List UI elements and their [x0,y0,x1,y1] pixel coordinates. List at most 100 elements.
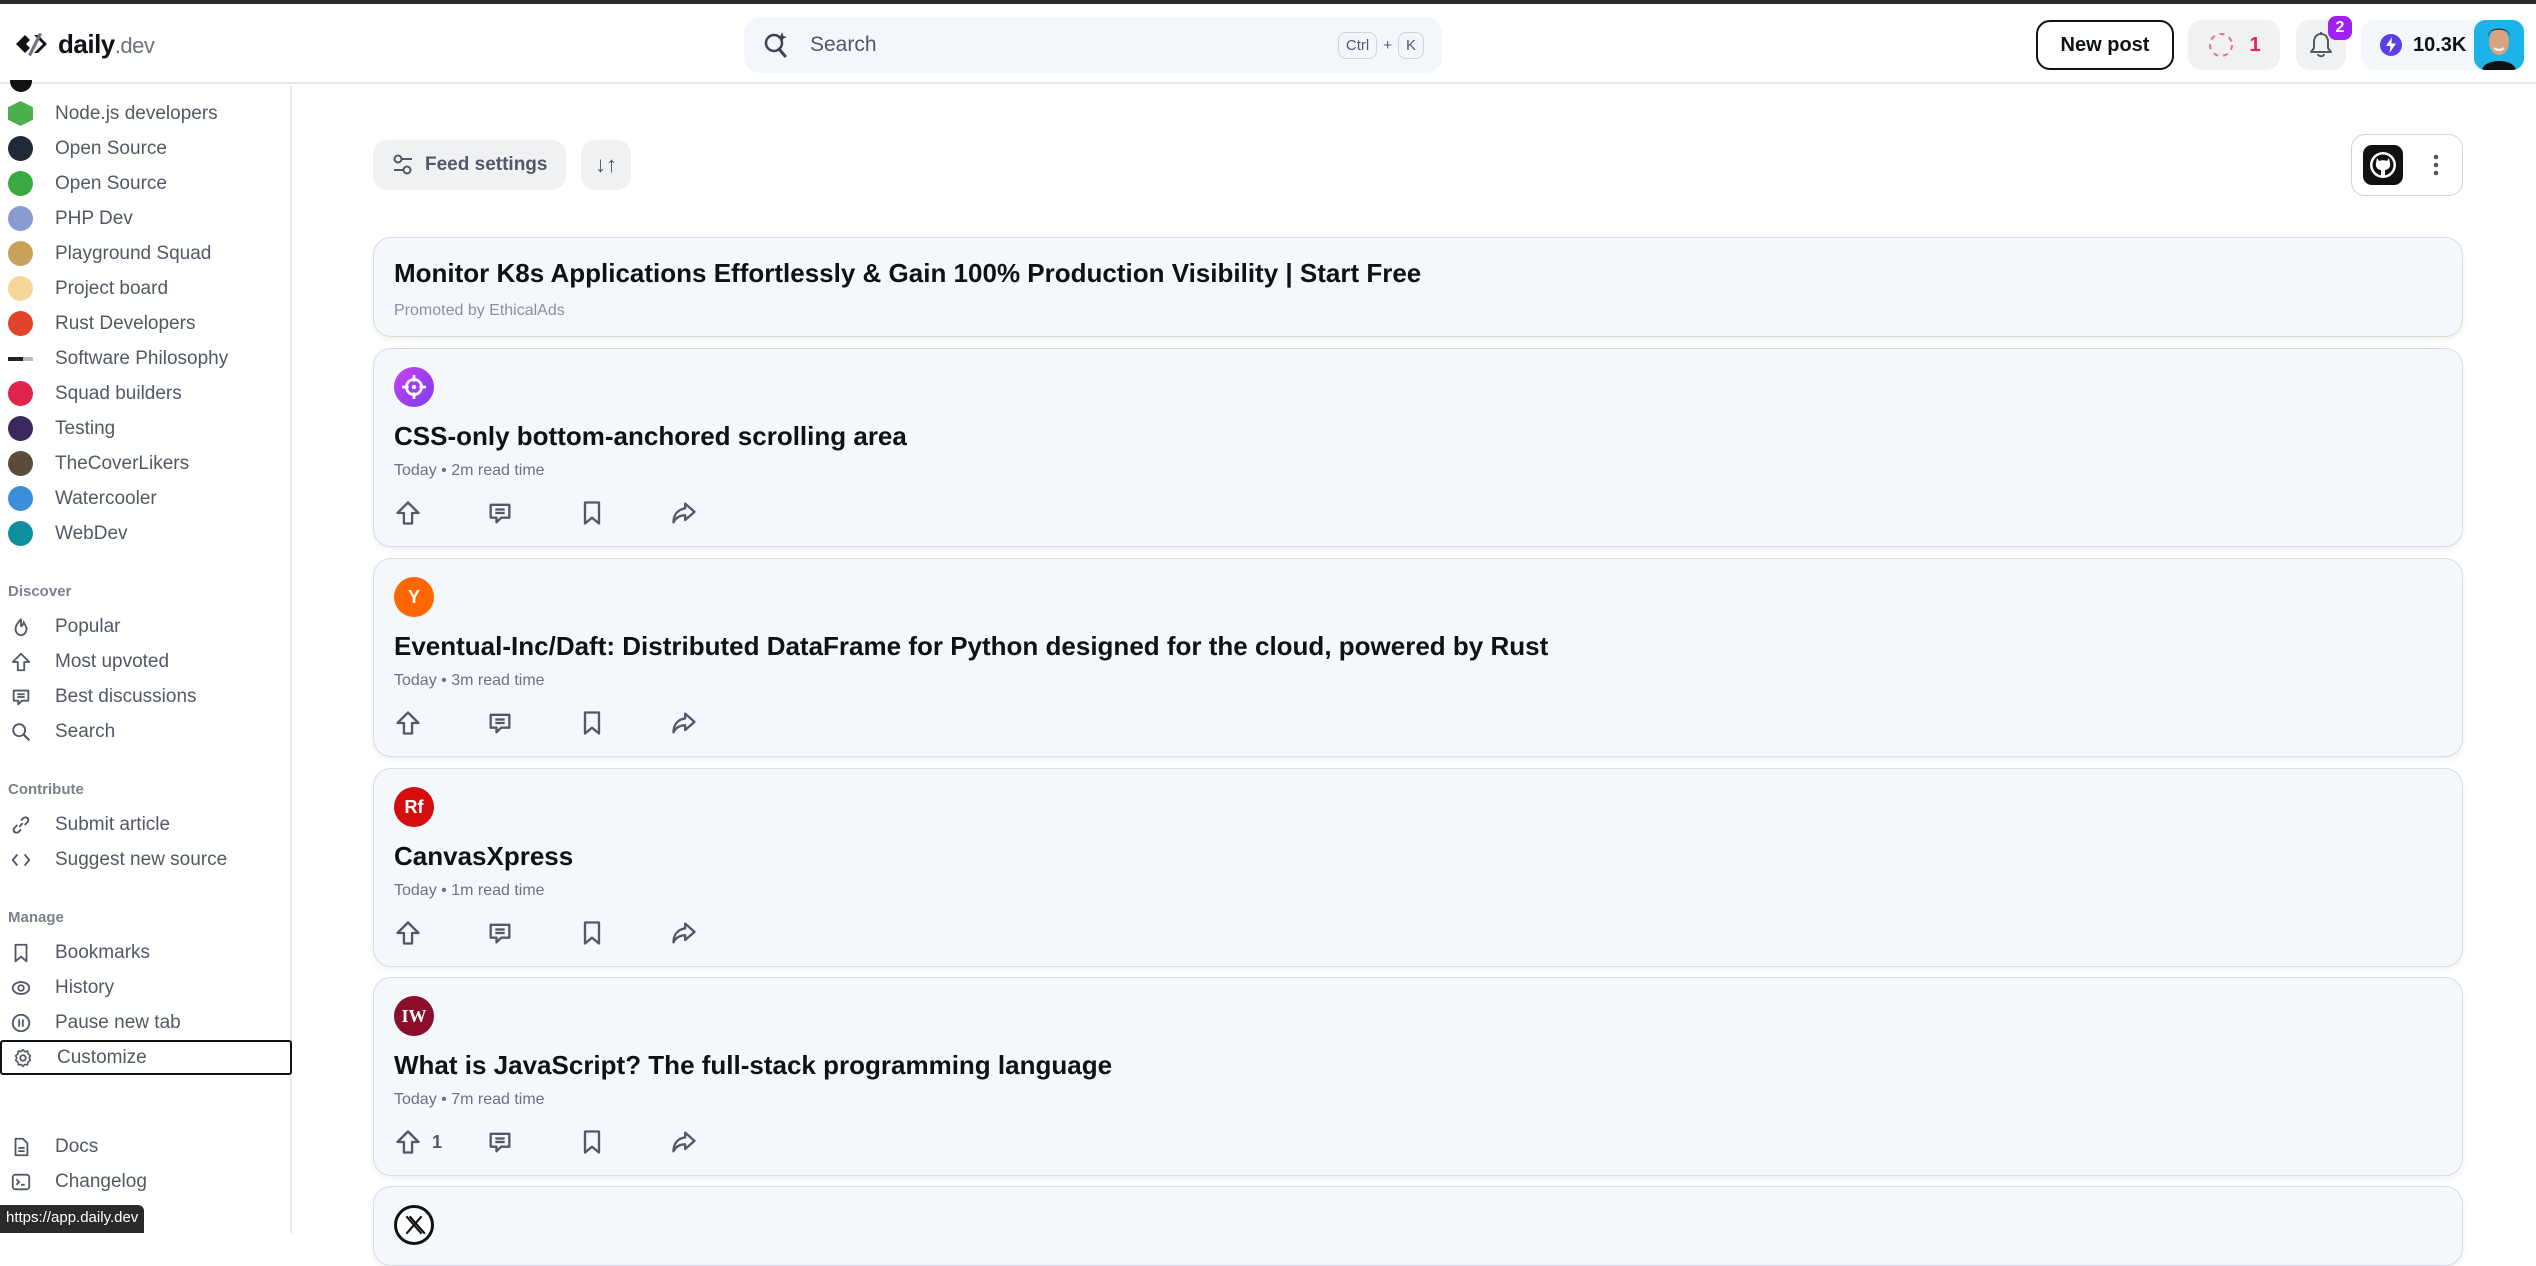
search-bar[interactable]: Search Ctrl + K [744,17,1442,73]
sidebar-item-suggest-new-source[interactable]: Suggest new source [0,842,292,877]
ad-title[interactable]: Monitor K8s Applications Effortlessly & … [394,258,1421,289]
streak-count: 1 [2249,33,2261,56]
streak-button[interactable]: 1 [2188,20,2280,70]
bookmark-button[interactable] [578,1126,670,1158]
sidebar-item-webdev[interactable]: WebDev [0,516,292,551]
infoworld-icon[interactable]: IW [394,996,434,1036]
sliders-icon [393,154,412,175]
sidebar-item-label: Customize [57,1046,147,1068]
github-icon[interactable] [2363,145,2403,185]
post-title[interactable]: CSS-only bottom-anchored scrolling area [394,421,907,452]
sidebar-item-changelog[interactable]: Changelog [0,1164,292,1199]
cover-likers-icon [8,451,33,476]
reputation-value: 10.3K [2413,33,2467,56]
share-icon [672,922,696,944]
shortcut-plus: + [1383,36,1392,54]
sidebar-item-best-discussions[interactable]: Best discussions [0,679,292,714]
feed-settings-button[interactable]: Feed settings [373,140,566,190]
eye-icon [8,975,33,1000]
comment-icon [489,1132,511,1153]
share-button[interactable] [670,707,762,739]
bookmark-button[interactable] [578,917,670,949]
sidebar-item-thecoverlikers[interactable]: TheCoverLikers [0,446,292,481]
sidebar-item-submit-article[interactable]: Submit article [0,807,292,842]
sidebar-item-label: Search [55,720,116,742]
sort-button[interactable]: ↓↑ [581,140,631,190]
sidebar-item-squad-builders[interactable]: Squad builders [0,376,292,411]
upvote-icon [396,921,420,945]
sidebar-item-bookmarks[interactable]: Bookmarks [0,935,292,970]
comment-button[interactable] [486,1126,578,1158]
post-actions [394,917,762,949]
share-button[interactable] [670,917,762,949]
sidebar-item-testing[interactable]: Testing [0,411,292,446]
comment-icon [489,713,511,734]
bookmark-button[interactable] [578,707,670,739]
rf-source-icon[interactable]: Rf [394,787,434,827]
new-post-button[interactable]: New post [2036,20,2174,70]
share-button[interactable] [670,1126,762,1158]
sidebar-item-label: Node.js developers [55,102,218,124]
sidebar-item-customize[interactable]: Customize [0,1040,292,1075]
sidebar-item-history[interactable]: History [0,970,292,1005]
upvote-button[interactable]: 1 [394,1126,486,1158]
post-title[interactable]: Eventual-Inc/Daft: Distributed DataFrame… [394,631,1548,662]
feed-source-selector[interactable] [2351,134,2463,196]
hacker-news-icon[interactable]: Y [394,577,434,617]
sidebar-item-docs[interactable]: Docs [0,1129,292,1164]
search-icon [8,719,33,744]
sidebar-item-label: Rust Developers [55,312,196,334]
sidebar-item-php-dev[interactable]: PHP Dev [0,201,292,236]
post-title[interactable]: What is JavaScript? The full-stack progr… [394,1050,1112,1081]
sidebar-item-label: Pause new tab [55,1011,181,1033]
search-input[interactable]: Search [810,33,1338,57]
sidebar-item-label: Bookmarks [55,941,151,963]
notifications-badge: 2 [2328,16,2352,40]
sidebar-item-pause-new-tab[interactable]: Pause new tab [0,1005,292,1040]
share-button[interactable] [670,497,762,529]
sidebar-item-search[interactable]: Search [0,714,292,749]
sidebar-item-software-philosophy[interactable]: Software Philosophy [0,341,292,376]
share-icon [672,712,696,734]
sidebar-item-node-js-developers[interactable]: Node.js developers [0,96,292,131]
upvote-button[interactable] [394,917,486,949]
x-source-icon[interactable] [394,1205,434,1245]
sidebar-item-popular[interactable]: Popular [0,609,292,644]
sort-arrows-icon: ↓↑ [595,152,617,177]
post-title[interactable]: CanvasXpress [394,841,573,872]
upvote-icon [396,1130,420,1154]
sidebar-item-open-source[interactable]: Open Source [0,131,292,166]
post-card[interactable]: Rf CanvasXpress Today • 1m read time [373,768,2463,967]
sidebar-item-most-upvoted[interactable]: Most upvoted [0,644,292,679]
post-card[interactable]: Y Eventual-Inc/Daft: Distributed DataFram… [373,558,2463,757]
profile-photo-icon [2474,20,2524,70]
sidebar-item-label: Most upvoted [55,650,170,672]
bookmark-button[interactable] [578,497,670,529]
sidebar-item-open-source[interactable]: Open Source [0,166,292,201]
upvote-button[interactable] [394,707,486,739]
comment-button[interactable] [486,707,578,739]
sidebar-item-label: Submit article [55,813,171,835]
post-card[interactable]: IW What is JavaScript? The full-stack pro… [373,977,2463,1176]
user-avatar[interactable] [2474,20,2524,70]
sidebar-item-project-board[interactable]: Project board [0,271,292,306]
bookmark-icon [583,711,601,735]
post-card[interactable]: CSS-only bottom-anchored scrolling area T… [373,348,2463,547]
comment-button[interactable] [486,917,578,949]
shortcut-ctrl: Ctrl [1337,31,1378,59]
bookmark-icon [583,501,601,525]
sidebar-item-watercooler[interactable]: Watercooler [0,481,292,516]
comment-button[interactable] [486,497,578,529]
daily-dev-logo[interactable]: daily.dev [12,26,155,62]
sidebar-item-playground-squad[interactable]: Playground Squad [0,236,292,271]
upvote-button[interactable] [394,497,486,529]
crosshair-source-icon[interactable] [394,367,434,407]
more-options-icon[interactable] [2433,154,2439,176]
docs-icon [8,1134,33,1159]
sidebar-item-label: Playground Squad [55,242,212,264]
ad-card[interactable]: Monitor K8s Applications Effortlessly & … [373,237,2463,337]
post-card[interactable] [373,1186,2463,1266]
feed-settings-label: Feed settings [425,154,548,175]
sidebar-item-rust-developers[interactable]: Rust Developers [0,306,292,341]
section-title-manage: Manage [8,909,64,926]
